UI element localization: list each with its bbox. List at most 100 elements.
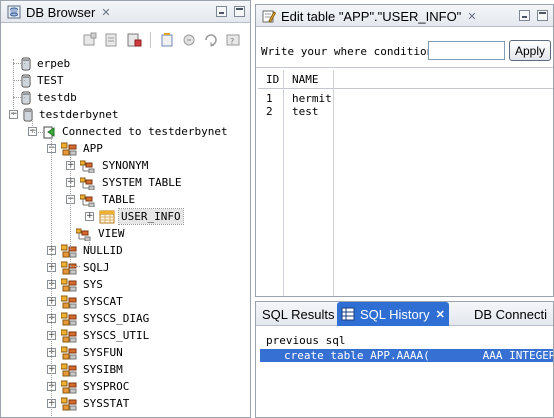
edit-table-body: Write your where condition: Apply ID NAME… bbox=[256, 28, 553, 296]
tree-connector bbox=[13, 59, 14, 115]
sql-panel: SQL Results SQL History ✕ DB Connecti previ… bbox=[255, 301, 554, 418]
tree-item-sysfun[interactable]: + SYSFUN bbox=[47, 344, 125, 361]
sql-panel-tabs: SQL Results SQL History ✕ DB Connecti bbox=[256, 302, 553, 326]
column-separator[interactable] bbox=[333, 70, 334, 296]
tree-item-sys[interactable]: + SYS bbox=[47, 276, 105, 293]
svg-text:?: ? bbox=[230, 37, 234, 46]
where-condition-input[interactable] bbox=[428, 41, 505, 60]
tree-item-label: VIEW bbox=[98, 227, 125, 240]
schema-icon bbox=[61, 244, 77, 257]
tree-item-sysstat[interactable]: + SYSSTAT bbox=[47, 395, 131, 412]
schema-icon bbox=[61, 346, 77, 359]
tree-item-nullid[interactable]: + NULLID bbox=[47, 242, 125, 259]
grid-header: ID NAME bbox=[258, 70, 553, 89]
connect-button[interactable] bbox=[158, 31, 176, 49]
edit-table-tab[interactable]: Edit table "APP"."USER_INFO" ✕ bbox=[258, 5, 481, 27]
tree-item-synonym[interactable]: + SYNONYM bbox=[66, 157, 150, 174]
folder-icon bbox=[80, 194, 95, 207]
maximize-button[interactable] bbox=[234, 6, 245, 17]
edit-table-pane: Edit table "APP"."USER_INFO" ✕ Write you… bbox=[255, 4, 554, 297]
tree-item-connected[interactable]: − Connected to testderbynet bbox=[28, 123, 230, 140]
schema-icon bbox=[61, 142, 77, 155]
tree-item-sqlj[interactable]: + SQLJ bbox=[47, 259, 112, 276]
tree-item-sysibm[interactable]: + SYSIBM bbox=[47, 361, 125, 378]
table-grid: ID NAME 1 hermit 2 test bbox=[258, 70, 553, 296]
table-cell[interactable]: test bbox=[288, 105, 319, 118]
tree-item-table[interactable]: − TABLE bbox=[66, 191, 137, 208]
tree-item-label: SYSTEM TABLE bbox=[102, 176, 182, 189]
history-title: previous sql bbox=[266, 334, 346, 347]
tree-item-label: SYSCS_UTIL bbox=[83, 329, 150, 342]
db-browser-tab[interactable]: DB Browser ✕ bbox=[3, 1, 115, 23]
column-header-name[interactable]: NAME bbox=[288, 73, 319, 86]
apply-button[interactable]: Apply bbox=[509, 40, 551, 61]
where-condition-label: Write your where condition: bbox=[261, 45, 440, 58]
close-icon[interactable]: ✕ bbox=[467, 10, 476, 23]
edit-connection-button[interactable] bbox=[103, 31, 121, 49]
refresh-button[interactable] bbox=[202, 31, 220, 49]
tab-label: SQL Results bbox=[262, 306, 335, 322]
tab-sql-history[interactable]: SQL History ✕ bbox=[337, 302, 449, 326]
tree-item-label: APP bbox=[83, 142, 103, 155]
tree-connector bbox=[70, 153, 71, 266]
tree-item-label: SYSPROC bbox=[83, 380, 130, 393]
column-separator[interactable] bbox=[283, 70, 284, 296]
minimize-button[interactable] bbox=[216, 6, 227, 17]
tree-item-label: SQLJ bbox=[83, 261, 110, 274]
minimize-button[interactable] bbox=[519, 10, 530, 21]
tree-item-label: erpeb bbox=[37, 57, 71, 70]
db-browser-header: DB Browser ✕ bbox=[1, 1, 250, 23]
properties-button[interactable]: ? bbox=[224, 31, 242, 49]
column-header-id[interactable]: ID bbox=[262, 73, 279, 86]
history-row[interactable]: create table APP.AAAA( AAA INTEGER not bbox=[260, 349, 553, 362]
tree-item-system-table[interactable]: + SYSTEM TABLE bbox=[66, 174, 183, 191]
tree-item-label: SYS bbox=[83, 278, 103, 291]
disconnect-button[interactable] bbox=[180, 31, 198, 49]
schema-icon bbox=[61, 278, 77, 291]
db-browser-title: DB Browser bbox=[26, 4, 96, 20]
tree-item-syscs-diag[interactable]: + SYSCS_DIAG bbox=[47, 310, 151, 327]
folder-icon bbox=[80, 177, 95, 190]
tree-item-label: SYSSTAT bbox=[83, 397, 130, 410]
tab-label: DB Connecti bbox=[474, 306, 547, 322]
schema-icon bbox=[61, 312, 77, 325]
maximize-button[interactable] bbox=[537, 10, 548, 21]
schema-icon bbox=[61, 363, 77, 376]
tree-item-label: SYSFUN bbox=[83, 346, 123, 359]
tree-item-testderbynet[interactable]: − testderbynet bbox=[9, 106, 120, 123]
table-cell[interactable]: 2 bbox=[262, 105, 273, 118]
tab-label: SQL History bbox=[360, 306, 430, 322]
tree-item-syscs-util[interactable]: + SYSCS_UTIL bbox=[47, 327, 151, 344]
connected-icon bbox=[43, 126, 55, 138]
db-browser-toolbar: ? bbox=[81, 31, 242, 49]
close-icon[interactable]: ✕ bbox=[101, 6, 110, 19]
tree-item-syscat[interactable]: + SYSCAT bbox=[47, 293, 125, 310]
tree-item-label: testdb bbox=[37, 91, 77, 104]
db-browser-pane: DB Browser ✕ ? erpeb TEST testdb − testd… bbox=[0, 0, 251, 418]
tree-item-label: TEST bbox=[37, 74, 64, 87]
toolbar-separator bbox=[150, 32, 151, 48]
tree-item-view[interactable]: VIEW bbox=[62, 225, 127, 242]
tree-item-label: SYSIBM bbox=[83, 363, 123, 376]
delete-connection-button[interactable] bbox=[125, 31, 143, 49]
close-icon[interactable]: ✕ bbox=[436, 308, 445, 321]
tab-sql-results[interactable]: SQL Results bbox=[258, 302, 339, 326]
tree-item-label: SYSCS_DIAG bbox=[83, 312, 150, 325]
table-cell[interactable]: hermit bbox=[288, 92, 332, 105]
tree-connector bbox=[13, 97, 25, 98]
tree-connector bbox=[13, 80, 25, 81]
schema-icon bbox=[61, 380, 77, 393]
new-connection-button[interactable] bbox=[81, 31, 99, 49]
expand-icon[interactable]: + bbox=[85, 212, 94, 221]
table-cell[interactable]: 1 bbox=[262, 92, 273, 105]
where-condition-bar: Write your where condition: Apply bbox=[256, 28, 553, 68]
tree-item-sysproc[interactable]: + SYSPROC bbox=[47, 378, 131, 395]
edit-table-header: Edit table "APP"."USER_INFO" ✕ bbox=[256, 5, 553, 27]
schema-icon bbox=[61, 329, 77, 342]
tree-item-app[interactable]: − APP bbox=[47, 140, 105, 157]
folder-icon bbox=[80, 160, 95, 173]
tab-db-connecti[interactable]: DB Connecti bbox=[470, 302, 551, 326]
tree-connector bbox=[51, 136, 52, 417]
tree-connector bbox=[32, 132, 43, 133]
tree-item-user-info[interactable]: + USER_INFO bbox=[85, 208, 184, 225]
